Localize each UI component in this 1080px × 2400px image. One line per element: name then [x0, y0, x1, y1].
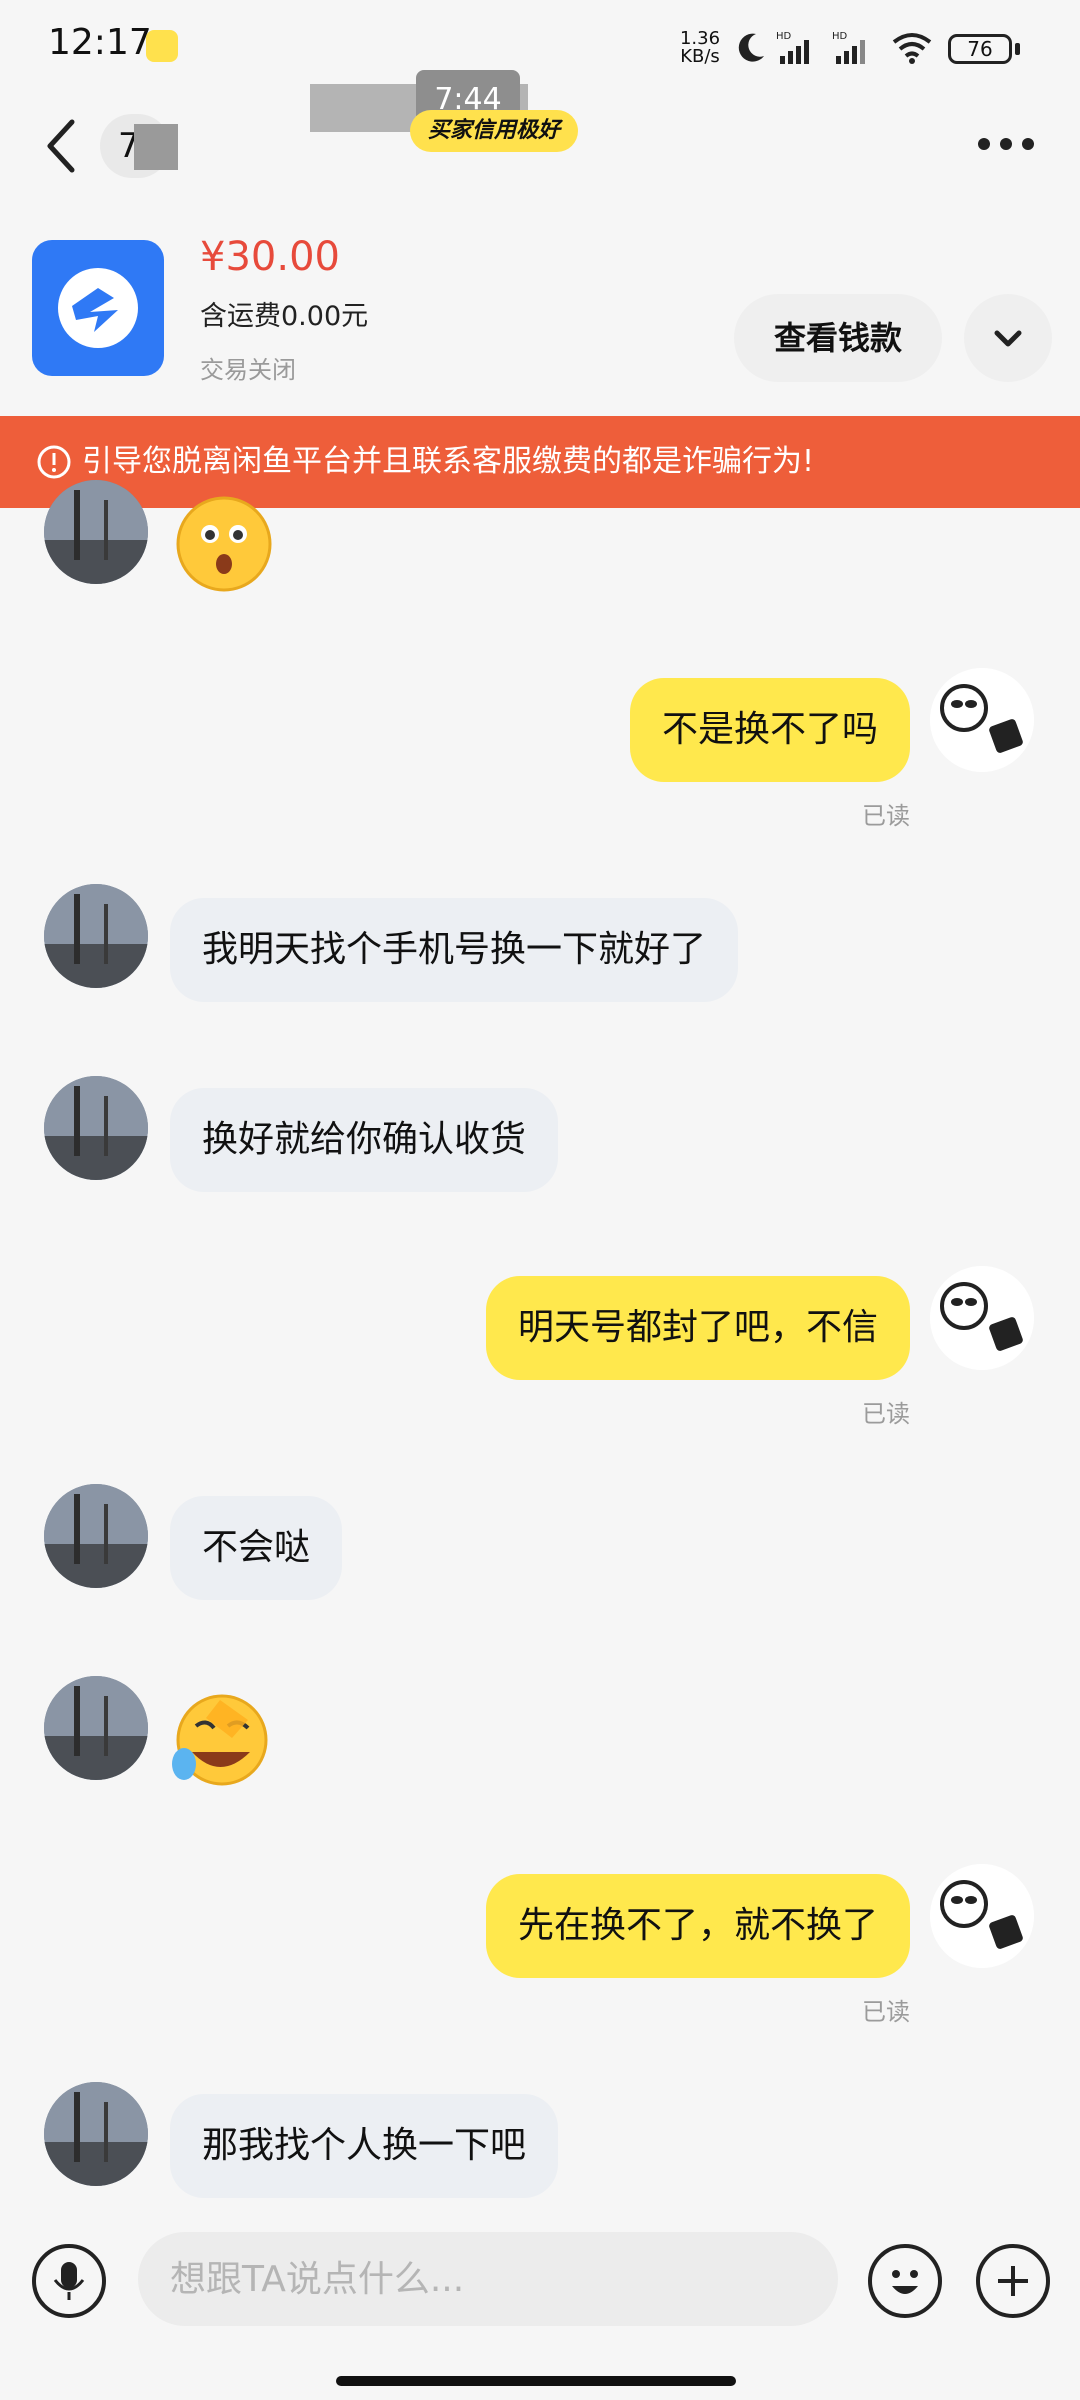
buyer-credit-badge: 买家信用极好: [410, 110, 579, 152]
network-speed: 1.36 KB/s: [672, 30, 728, 66]
peer-avatar[interactable]: [44, 1076, 148, 1180]
message-input[interactable]: [138, 2232, 838, 2326]
read-receipt: 已读: [862, 1400, 910, 1428]
peer-message-bubble[interactable]: 那我找个人换一下吧: [170, 2094, 559, 2198]
peer-message-bubble[interactable]: 不会哒: [170, 1496, 343, 1600]
read-receipt: 已读: [862, 1998, 910, 2026]
more-options-icon[interactable]: [978, 134, 1034, 154]
peer-avatar[interactable]: [44, 2082, 148, 2186]
surprised-face-emoji: [176, 496, 272, 592]
battery-icon: 76: [948, 34, 1012, 64]
shipping-fee: 含运费0.00元: [200, 301, 369, 332]
view-funds-button[interactable]: 查看钱款: [734, 294, 942, 382]
svg-text:HD: HD: [832, 31, 848, 42]
peer-avatar-image: [44, 1676, 148, 1780]
battery-tip: [1015, 43, 1020, 55]
peer-message-bubble[interactable]: 我明天找个手机号换一下就好了: [170, 898, 739, 1002]
peer-avatar-image: [44, 884, 148, 988]
signal-icon-2: HD: [832, 31, 865, 64]
battery-level: 76: [967, 37, 993, 61]
more-actions-button[interactable]: [976, 2244, 1050, 2318]
my-avatar[interactable]: [930, 668, 1034, 772]
svg-text:HD: HD: [776, 31, 792, 42]
warning-icon: [37, 445, 71, 479]
my-message-bubble[interactable]: 不是换不了吗: [629, 678, 910, 782]
read-receipt: 已读: [862, 802, 910, 830]
panda-meme-avatar: [930, 668, 1034, 772]
network-speed-unit: KB/s: [680, 46, 720, 67]
peer-name-pill[interactable]: 7: [100, 114, 178, 178]
chevron-down-icon: [994, 330, 1022, 347]
peer-avatar[interactable]: [44, 1676, 148, 1780]
expand-button[interactable]: [964, 294, 1052, 382]
microphone-icon: [53, 2262, 85, 2300]
product-image[interactable]: [32, 240, 164, 376]
signal-icon: HD: [776, 31, 809, 64]
peer-avatar[interactable]: [44, 884, 148, 988]
peer-avatar[interactable]: [44, 1484, 148, 1588]
product-price: ¥30.00: [200, 234, 340, 280]
peer-avatar-image: [44, 2082, 148, 2186]
xianyu-notification-icon: [146, 30, 178, 62]
peer-avatar-image: [44, 1484, 148, 1588]
my-avatar[interactable]: [930, 1864, 1034, 1968]
voice-input-button[interactable]: [32, 2244, 106, 2318]
my-message-bubble[interactable]: 明天号都封了吧，不信: [485, 1276, 910, 1380]
plus-icon: [998, 2266, 1028, 2296]
emoji-picker-button[interactable]: [868, 2244, 942, 2318]
moon-icon: [738, 33, 764, 62]
peer-name-redaction: [134, 124, 178, 170]
laughing-crying-face-emoji: [172, 1694, 268, 1786]
status-bar: 12:17 1.36 KB/s HD HD 76: [0, 0, 1080, 96]
panda-meme-avatar: [930, 1864, 1034, 1968]
my-message-bubble[interactable]: 先在换不了，就不换了: [485, 1874, 910, 1978]
trade-status: 交易关闭: [200, 356, 296, 384]
panda-meme-avatar: [930, 1266, 1034, 1370]
product-logo-icon: [58, 268, 138, 348]
fraud-warning-banner: 引导您脱离闲鱼平台并且联系客服缴费的都是诈骗行为!: [0, 416, 1080, 508]
back-arrow-icon[interactable]: [38, 114, 86, 178]
peer-avatar[interactable]: [44, 480, 148, 584]
wifi-icon: [892, 33, 932, 64]
peer-avatar-image: [44, 1076, 148, 1180]
smiley-icon: [892, 2270, 918, 2294]
peer-message-bubble[interactable]: 换好就给你确认收货: [170, 1088, 559, 1192]
my-avatar[interactable]: [930, 1266, 1034, 1370]
home-indicator[interactable]: [336, 2376, 736, 2386]
peer-avatar-image: [44, 480, 148, 584]
status-time: 12:17: [48, 22, 152, 63]
